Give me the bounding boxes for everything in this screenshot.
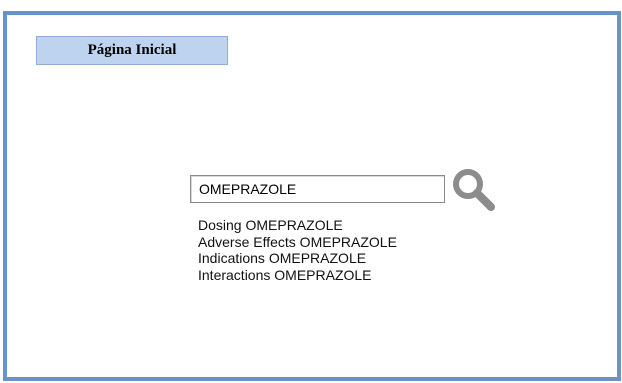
home-button[interactable]: Página Inicial xyxy=(36,36,228,65)
search-input[interactable] xyxy=(190,175,445,203)
search-icon[interactable] xyxy=(449,165,499,215)
suggestion-indications[interactable]: Indications OMEPRAZOLE xyxy=(198,250,397,267)
suggestion-interactions[interactable]: Interactions OMEPRAZOLE xyxy=(198,267,397,284)
suggestion-dosing[interactable]: Dosing OMEPRAZOLE xyxy=(198,217,397,234)
suggestion-adverse-effects[interactable]: Adverse Effects OMEPRAZOLE xyxy=(198,234,397,251)
app-frame: Página Inicial Dosing OMEPRAZOLE Adverse… xyxy=(3,11,621,381)
suggestion-list: Dosing OMEPRAZOLE Adverse Effects OMEPRA… xyxy=(198,217,397,283)
